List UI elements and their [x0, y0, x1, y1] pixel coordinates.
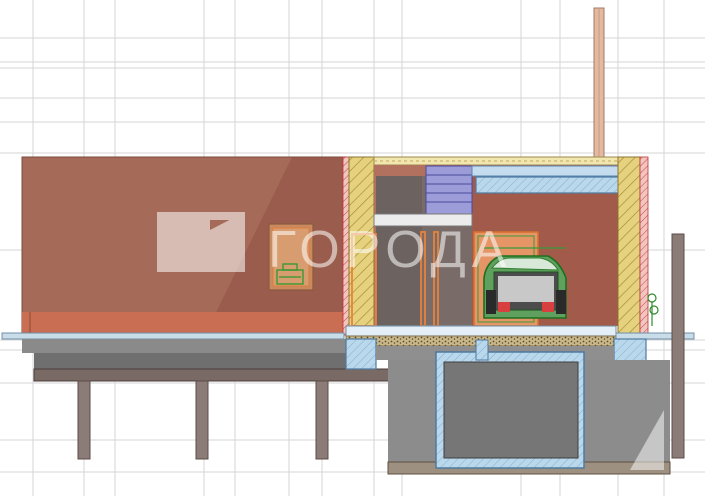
attic-hatch[interactable] — [425, 165, 473, 215]
roof-slab[interactable] — [373, 156, 619, 166]
section-wall-right[interactable] — [617, 156, 649, 336]
inspection-pit[interactable] — [387, 339, 671, 475]
chimney[interactable] — [593, 7, 605, 159]
city-logo-icon — [157, 212, 245, 272]
facade-base-band — [22, 312, 346, 334]
cad-viewport[interactable]: ГОРОДА — [0, 0, 705, 496]
plant-icon — [647, 293, 659, 326]
watermark-text: ГОРОДА — [268, 221, 513, 279]
